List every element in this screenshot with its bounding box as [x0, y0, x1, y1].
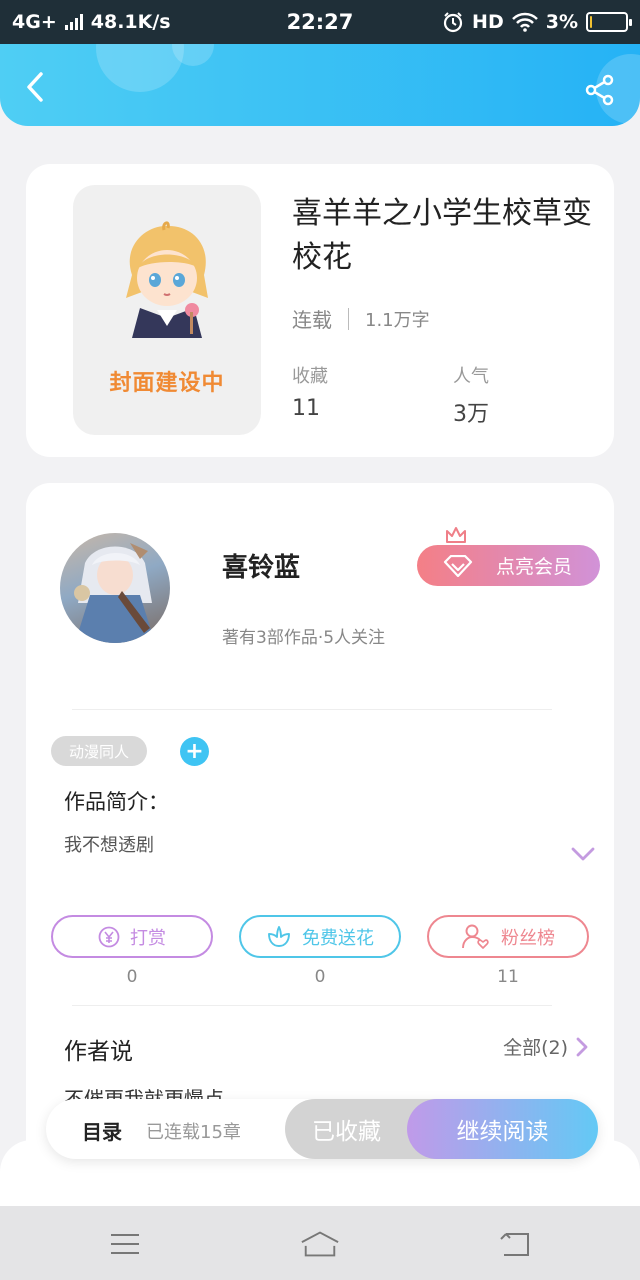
meta-divider: [348, 307, 349, 330]
toc-button[interactable]: 目录: [82, 1116, 122, 1145]
battery-icon: [586, 12, 632, 32]
add-tag-button[interactable]: +: [180, 737, 209, 766]
chapter-count: 已连载15章: [146, 1122, 241, 1143]
popularity-label: 人气: [453, 366, 489, 387]
battery-percent: 3%: [545, 11, 578, 33]
return-icon: [500, 1233, 529, 1256]
send-flower-label: 免费送花: [302, 927, 374, 949]
yuan-icon: [98, 926, 120, 947]
author-says-heading: 作者说: [64, 1039, 133, 1065]
continue-reading-label: 继续阅读: [456, 1119, 549, 1145]
vip-button[interactable]: 点亮会员: [417, 545, 600, 586]
book-cover[interactable]: 封面建设中: [73, 185, 261, 435]
fan-rank-label: 粉丝榜: [501, 927, 555, 949]
chevron-left-icon: [27, 72, 43, 102]
cover-placeholder-text: 封面建设中: [109, 371, 225, 396]
book-info-card: 封面建设中 喜羊羊之小学生校草变校花 连载 1.1万字 收藏 11 人气 3万: [26, 164, 614, 457]
menu-icon: [111, 1234, 139, 1254]
fan-rank-button[interactable]: 粉丝榜: [427, 915, 589, 958]
reward-label: 打赏: [130, 927, 166, 949]
book-status: 连载: [292, 308, 332, 332]
author-says-all-label: 全部(2): [503, 1037, 568, 1059]
cover-mascot-image: [126, 221, 208, 338]
back-nav-button[interactable]: [495, 1224, 535, 1264]
back-button[interactable]: [20, 70, 50, 104]
diamond-icon: [443, 555, 473, 577]
reward-button[interactable]: 打赏: [51, 915, 213, 958]
crown-icon: [446, 527, 466, 543]
intro-heading: 作品简介：: [64, 790, 169, 814]
share-button[interactable]: [584, 74, 618, 108]
network-type: 4G+: [12, 11, 57, 33]
alarm-icon: [443, 12, 463, 33]
vip-button-label: 点亮会员: [495, 556, 572, 578]
intro-text: 我不想透剧: [64, 835, 154, 856]
popularity-value: 3万: [453, 402, 489, 427]
book-meta: 连载 1.1万字: [292, 304, 430, 333]
genre-tag[interactable]: 动漫同人: [51, 736, 147, 766]
plus-icon: +: [185, 738, 204, 764]
avatar[interactable]: [60, 533, 170, 643]
status-bar: 4G+ 48.1K/s 22:27 HD 3%: [0, 0, 640, 44]
read-bar: 目录 已连载15章 已收藏 继续阅读: [46, 1099, 598, 1159]
wifi-icon: [511, 12, 538, 32]
network-speed: 48.1K/s: [90, 11, 171, 33]
favorited-label: 已收藏: [312, 1119, 381, 1145]
home-icon: [301, 1231, 339, 1257]
fan-count: 11: [497, 967, 519, 987]
fan-user-icon: [462, 924, 489, 949]
author-name[interactable]: 喜铃蓝: [222, 547, 300, 584]
avatar-image: [74, 543, 155, 643]
divider: [72, 1005, 552, 1006]
author-card: 喜铃蓝 点亮会员 著有3部作品·5人关注 动漫同人 + 作品简介： 我不想透剧 …: [26, 483, 614, 1203]
book-title: 喜羊羊之小学生校草变校花: [292, 196, 592, 275]
author-summary: 著有3部作品·5人关注: [222, 628, 386, 648]
battery-level: [590, 16, 592, 28]
send-flower-button[interactable]: 免费送花: [239, 915, 401, 958]
favorites-label: 收藏: [292, 366, 328, 387]
system-nav-bar: [0, 1206, 640, 1280]
chevron-down-icon[interactable]: [571, 847, 595, 861]
flower-icon: [268, 925, 290, 947]
divider: [72, 709, 552, 710]
favorites-value: 11: [292, 396, 320, 421]
share-icon: [585, 74, 614, 106]
menu-nav-button[interactable]: [105, 1224, 145, 1264]
continue-reading-button[interactable]: 继续阅读: [407, 1099, 598, 1159]
signal-icon: [64, 14, 83, 30]
flower-count: 0: [314, 967, 326, 987]
chevron-right-icon: [576, 1037, 588, 1056]
author-says-all-link[interactable]: 全部(2): [503, 1033, 588, 1060]
reward-count: 0: [126, 967, 138, 987]
hd-indicator: HD: [472, 11, 504, 33]
header-bar: [0, 44, 640, 126]
word-count: 1.1万字: [365, 309, 430, 331]
home-nav-button[interactable]: [300, 1224, 340, 1264]
